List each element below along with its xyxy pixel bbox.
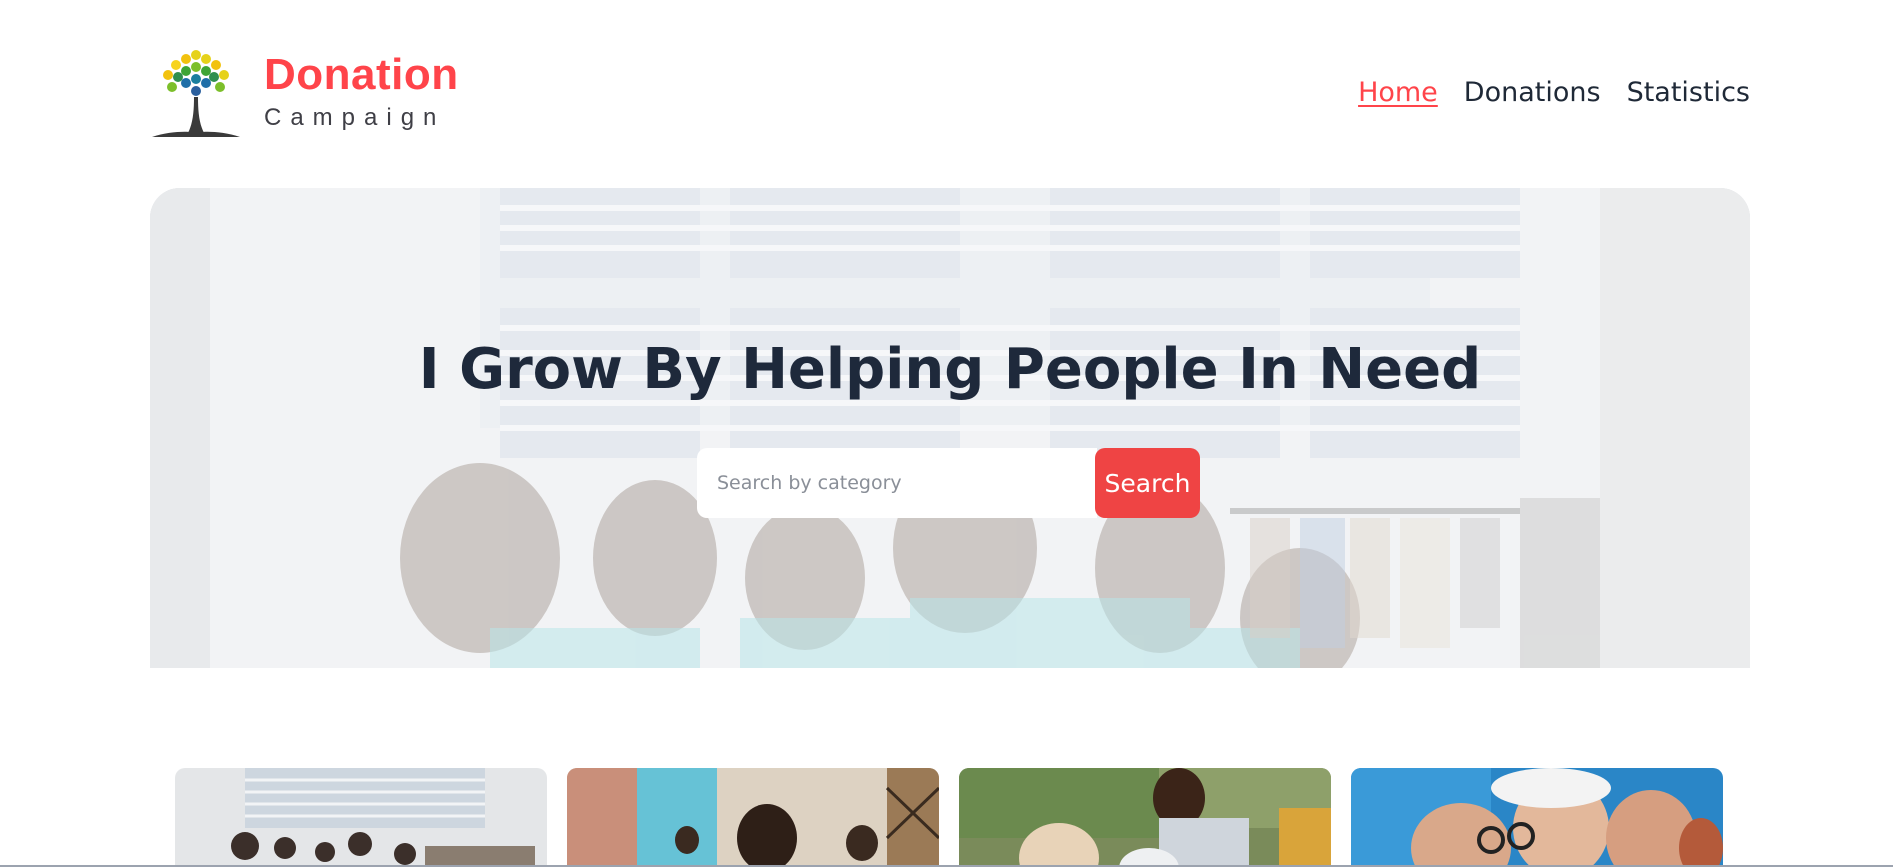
brand-logo[interactable]: Donation Campaign [150,45,490,150]
site-header: Donation Campaign Home Donations Statist… [150,45,1750,150]
search-button[interactable]: Search [1095,448,1200,518]
category-search-input[interactable] [697,448,1097,518]
nav-home-link[interactable]: Home [1358,75,1438,111]
page: Donation Campaign Home Donations Statist… [0,0,1893,867]
child-education-image [567,768,939,867]
donation-card[interactable] [1351,768,1723,867]
brand-text: Donation Campaign [264,51,459,133]
brand-title: Donation [264,50,459,99]
hero-overlay [150,188,1750,668]
hero-title: I Grow By Helping People In Need [418,337,1482,402]
group-huddle-image [1351,768,1723,867]
donation-card[interactable] [567,768,939,867]
donation-card[interactable] [175,768,547,867]
donation-card[interactable] [959,768,1331,867]
main-nav: Home Donations Statistics [1358,75,1750,111]
donation-cards [175,768,1725,867]
tree-logo-icon [152,50,240,137]
search-form: Search [697,448,1202,518]
nav-statistics-link[interactable]: Statistics [1627,75,1750,111]
brand-subtitle: Campaign [264,104,446,131]
food-distribution-image [959,768,1331,867]
volunteers-sorting-clothes-image [175,768,547,867]
nav-donations-link[interactable]: Donations [1464,75,1601,111]
hero-banner: I Grow By Helping People In Need Search [150,188,1750,668]
